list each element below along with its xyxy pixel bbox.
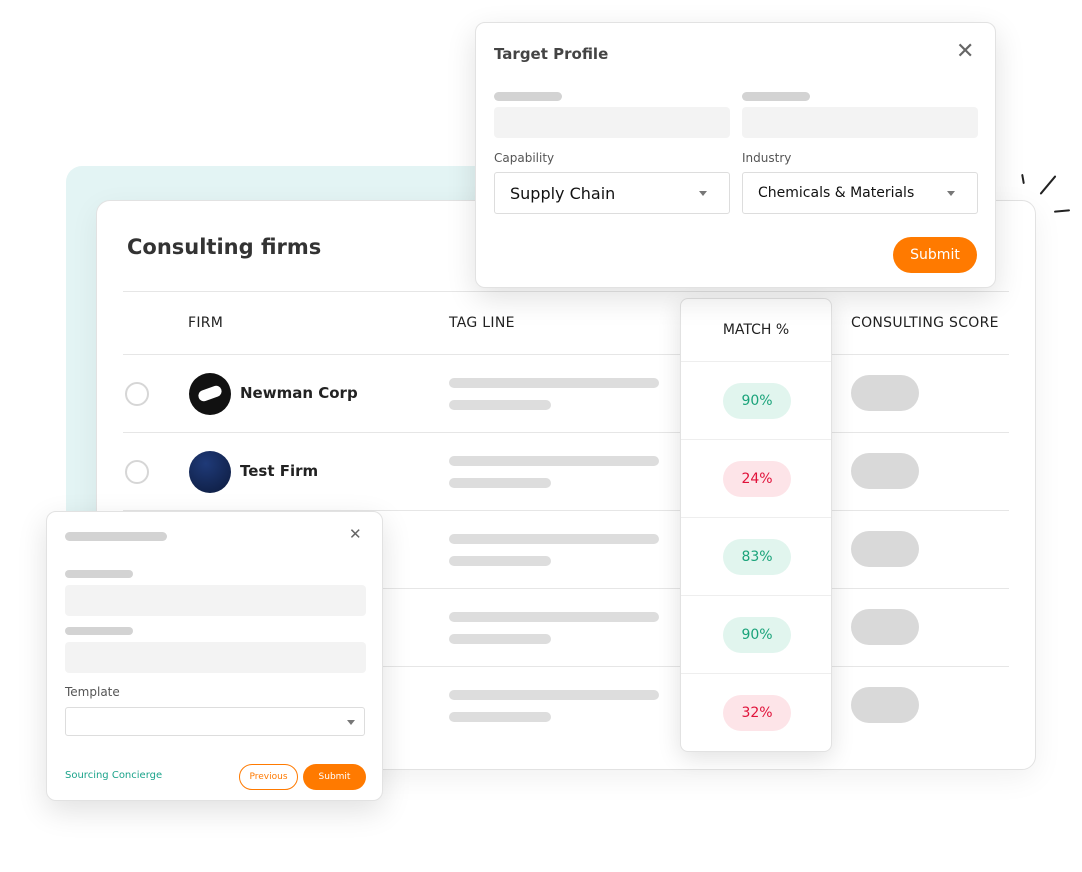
industry-value: Chemicals & Materials (758, 185, 915, 201)
skeleton-field (65, 585, 366, 616)
skeleton-label (742, 92, 810, 101)
page-title: Consulting firms (127, 235, 322, 259)
template-select[interactable] (65, 707, 365, 736)
capability-select[interactable]: Supply Chain (494, 172, 730, 214)
firm-logo-icon (189, 451, 231, 493)
skeleton-field (65, 642, 366, 673)
tagline-skeleton (449, 612, 659, 622)
firm-name: Newman Corp (240, 384, 358, 402)
capability-value: Supply Chain (510, 184, 616, 203)
tagline-skeleton (449, 712, 551, 722)
table-row[interactable]: Test Firm (123, 433, 1009, 511)
match-badge: 90% (723, 383, 791, 419)
sourcing-concierge-link[interactable]: Sourcing Concierge (65, 770, 162, 781)
capability-label: Capability (494, 151, 555, 165)
column-header-tag-line: TAG LINE (449, 315, 515, 331)
close-icon[interactable]: ✕ (349, 525, 362, 543)
table-row[interactable]: Newman Corp (123, 355, 1009, 433)
sparkle-decoration (1053, 209, 1071, 213)
divider (123, 291, 1009, 292)
match-row: 83% (681, 518, 831, 596)
firm-name: Test Firm (240, 462, 319, 480)
match-row: 32% (681, 674, 831, 752)
match-row: 24% (681, 440, 831, 518)
sparkle-decoration (1039, 175, 1057, 195)
consulting-score-pill (851, 453, 919, 489)
skeleton-title (65, 532, 167, 541)
skeleton-field (494, 107, 730, 138)
modal-title: Target Profile (494, 45, 609, 63)
tagline-skeleton (449, 690, 659, 700)
close-icon[interactable]: ✕ (956, 39, 974, 64)
match-badge: 83% (723, 539, 791, 575)
match-badge: 24% (723, 461, 791, 497)
firm-logo-icon (189, 373, 231, 415)
match-row: 90% (681, 362, 831, 440)
target-profile-modal: Target Profile ✕ Capability Supply Chain… (475, 22, 996, 288)
chevron-down-icon (347, 719, 355, 725)
tagline-skeleton (449, 378, 659, 388)
previous-button[interactable]: Previous (239, 764, 298, 790)
submit-button[interactable]: Submit (303, 764, 366, 790)
column-header-match: MATCH % (681, 299, 831, 362)
match-column: MATCH % 90% 24% 83% 90% 32% (680, 298, 832, 752)
consulting-score-pill (851, 687, 919, 723)
consulting-score-pill (851, 375, 919, 411)
industry-label: Industry (742, 151, 792, 165)
match-row: 90% (681, 596, 831, 674)
skeleton-label (65, 570, 133, 578)
industry-select[interactable]: Chemicals & Materials (742, 172, 978, 214)
chevron-down-icon (699, 191, 707, 196)
tagline-skeleton (449, 556, 551, 566)
tagline-skeleton (449, 534, 659, 544)
tagline-skeleton (449, 400, 551, 410)
column-header-firm: FIRM (188, 315, 224, 331)
match-badge: 32% (723, 695, 791, 731)
skeleton-label (494, 92, 562, 101)
tagline-skeleton (449, 634, 551, 644)
match-badge: 90% (723, 617, 791, 653)
consulting-score-pill (851, 609, 919, 645)
skeleton-label (65, 627, 133, 635)
skeleton-field (742, 107, 978, 138)
sourcing-modal: ✕ Template Sourcing Concierge Previous S… (46, 511, 383, 801)
consulting-score-pill (851, 531, 919, 567)
sparkle-decoration (1021, 173, 1025, 185)
column-header-consulting-score: CONSULTING SCORE (851, 315, 999, 331)
chevron-down-icon (947, 191, 955, 196)
row-radio[interactable] (125, 460, 149, 484)
template-label: Template (65, 685, 120, 699)
row-radio[interactable] (125, 382, 149, 406)
tagline-skeleton (449, 478, 551, 488)
tagline-skeleton (449, 456, 659, 466)
submit-button[interactable]: Submit (893, 237, 977, 273)
